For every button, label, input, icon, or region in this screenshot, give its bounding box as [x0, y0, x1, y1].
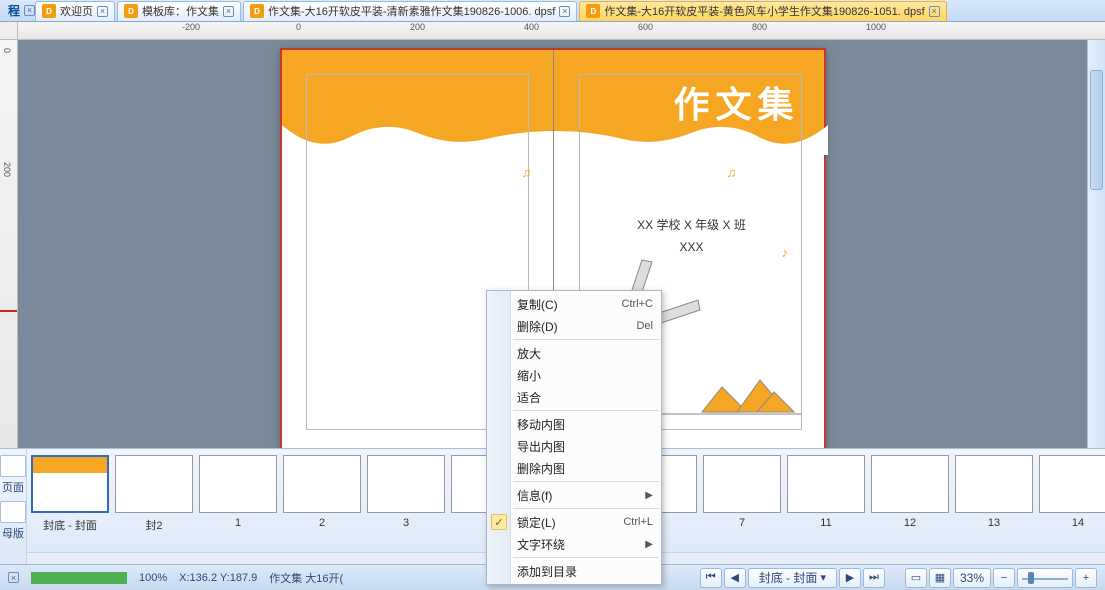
thumbnail-label: 3: [403, 517, 409, 529]
thumbnail-image[interactable]: [871, 455, 949, 513]
thumbnail-image[interactable]: [703, 455, 781, 513]
scrollbar-vertical[interactable]: [1087, 40, 1105, 448]
thumbnail[interactable]: 7: [703, 455, 781, 529]
close-icon[interactable]: ×: [929, 6, 940, 17]
coords-text: X:136.2 Y:187.9: [179, 572, 257, 584]
thumbnail-image[interactable]: [283, 455, 361, 513]
close-icon[interactable]: ×: [223, 6, 234, 17]
menu-info[interactable]: 信息(f)▶: [487, 484, 661, 506]
doc-icon: D: [42, 4, 56, 18]
thumbnail[interactable]: 2: [283, 455, 361, 529]
page-nav: ⏮ ◀ 封底 - 封面 ▾ ▶ ⏭ ▭ ▦ 33% − +: [700, 568, 1097, 588]
tab-welcome[interactable]: D 欢迎页 ×: [35, 1, 115, 21]
thumbnail-label: 1: [235, 517, 241, 529]
thumbnail-label: 2: [319, 517, 325, 529]
thumbnail[interactable]: 3: [367, 455, 445, 529]
menu-lock[interactable]: ✓锁定(L)Ctrl+L: [487, 511, 661, 533]
thumbnail[interactable]: 12: [871, 455, 949, 529]
zoom-display[interactable]: 33%: [953, 568, 991, 588]
thumbnail-label: 12: [904, 517, 916, 529]
thumbnails-side: 页面 母版: [0, 449, 27, 564]
doc-icon: D: [250, 4, 264, 18]
doc-name-text: 作文集 大16开(: [269, 570, 343, 586]
thumbnail-label: 封2: [145, 517, 162, 533]
zoom-in-button[interactable]: +: [1075, 568, 1097, 588]
view-single-button[interactable]: ▭: [905, 568, 927, 588]
progress-bar: [31, 572, 127, 584]
thumbnail[interactable]: 11: [787, 455, 865, 529]
menu-export-inner[interactable]: 导出内图: [487, 435, 661, 457]
menu-copy[interactable]: 复制(C)Ctrl+C: [487, 293, 661, 315]
side-master[interactable]: 母版: [0, 501, 26, 541]
thumbnail-image[interactable]: [787, 455, 865, 513]
menu-delete[interactable]: 删除(D)Del: [487, 315, 661, 337]
ruler-vertical[interactable]: 0 200: [0, 40, 18, 448]
menu-separator: [513, 557, 659, 558]
chevron-right-icon: ▶: [645, 490, 653, 501]
music-note-icon: ♫: [727, 165, 737, 180]
close-icon[interactable]: ×: [559, 6, 570, 17]
zoom-slider[interactable]: [1017, 568, 1073, 588]
page-icon: [0, 455, 26, 477]
menu-add-toc[interactable]: 添加到目录: [487, 560, 661, 582]
menu-separator: [513, 410, 659, 411]
master-icon: [0, 501, 26, 523]
menu-separator: [513, 508, 659, 509]
thumbnail-image[interactable]: [199, 455, 277, 513]
menu-separator: [513, 481, 659, 482]
thumbnail-label: 13: [988, 517, 1000, 529]
document-tabs: 程 × D 欢迎页 × D 模板库：作文集 × D 作文集-大16开软皮平装-清…: [0, 0, 1105, 22]
thumbnail[interactable]: 1: [199, 455, 277, 529]
menu-move-inner[interactable]: 移动内图: [487, 413, 661, 435]
menu-separator: [513, 339, 659, 340]
menu-zoom-out[interactable]: 缩小: [487, 364, 661, 386]
ruler-marker: [0, 310, 17, 312]
nav-prev-button[interactable]: ◀: [724, 568, 746, 588]
thumbnail-label: 封底 - 封面: [43, 517, 97, 533]
thumbnail[interactable]: 14: [1039, 455, 1105, 529]
context-menu: 复制(C)Ctrl+C 删除(D)Del 放大 缩小 适合 移动内图 导出内图 …: [486, 290, 662, 585]
nav-next-button[interactable]: ▶: [839, 568, 861, 588]
menu-text-wrap[interactable]: 文字环绕▶: [487, 533, 661, 555]
side-page[interactable]: 页面: [0, 455, 26, 495]
close-icon[interactable]: ×: [8, 572, 19, 583]
zoom-text: 100%: [139, 572, 167, 584]
tab-templates[interactable]: D 模板库：作文集 ×: [117, 1, 241, 21]
doc-icon: D: [124, 4, 138, 18]
music-note-icon: ♫: [522, 165, 532, 180]
thumbnail-label: 11: [820, 517, 831, 529]
thumbnail-image[interactable]: [955, 455, 1033, 513]
nav-last-button[interactable]: ⏭: [863, 568, 885, 588]
menu-zoom-in[interactable]: 放大: [487, 342, 661, 364]
thumbnail-label: 7: [739, 517, 745, 529]
close-icon[interactable]: ×: [97, 6, 108, 17]
thumbnail-image[interactable]: [31, 455, 109, 513]
thumbnail-image[interactable]: [1039, 455, 1105, 513]
scrollbar-thumb[interactable]: [1090, 70, 1103, 190]
close-icon[interactable]: ×: [24, 5, 35, 16]
chevron-right-icon: ▶: [645, 539, 653, 550]
menu-delete-inner[interactable]: 删除内图: [487, 457, 661, 479]
nav-current[interactable]: 封底 - 封面 ▾: [748, 568, 837, 588]
doc-icon: D: [586, 4, 600, 18]
thumbnail[interactable]: 封2: [115, 455, 193, 533]
menu-fit[interactable]: 适合: [487, 386, 661, 408]
thumbnail[interactable]: 13: [955, 455, 1033, 529]
thumbnail-image[interactable]: [115, 455, 193, 513]
app-label: 程: [4, 2, 24, 19]
ruler-horizontal[interactable]: -200 0 200 400 600 800 1000: [18, 22, 1105, 40]
zoom-out-button[interactable]: −: [993, 568, 1015, 588]
check-icon: ✓: [491, 514, 507, 530]
tab-doc-1006[interactable]: D 作文集-大16开软皮平装-清新素雅作文集190826-1006. dpsf …: [243, 1, 577, 21]
thumbnail[interactable]: 封底 - 封面: [31, 455, 109, 533]
ruler-corner: [0, 22, 18, 40]
tab-doc-1051[interactable]: D 作文集-大16开软皮平装-黄色风车小学生作文集190826-1051. dp…: [579, 1, 946, 21]
thumbnail-image[interactable]: [367, 455, 445, 513]
view-spread-button[interactable]: ▦: [929, 568, 951, 588]
thumbnail-label: 14: [1072, 517, 1084, 529]
nav-first-button[interactable]: ⏮: [700, 568, 722, 588]
